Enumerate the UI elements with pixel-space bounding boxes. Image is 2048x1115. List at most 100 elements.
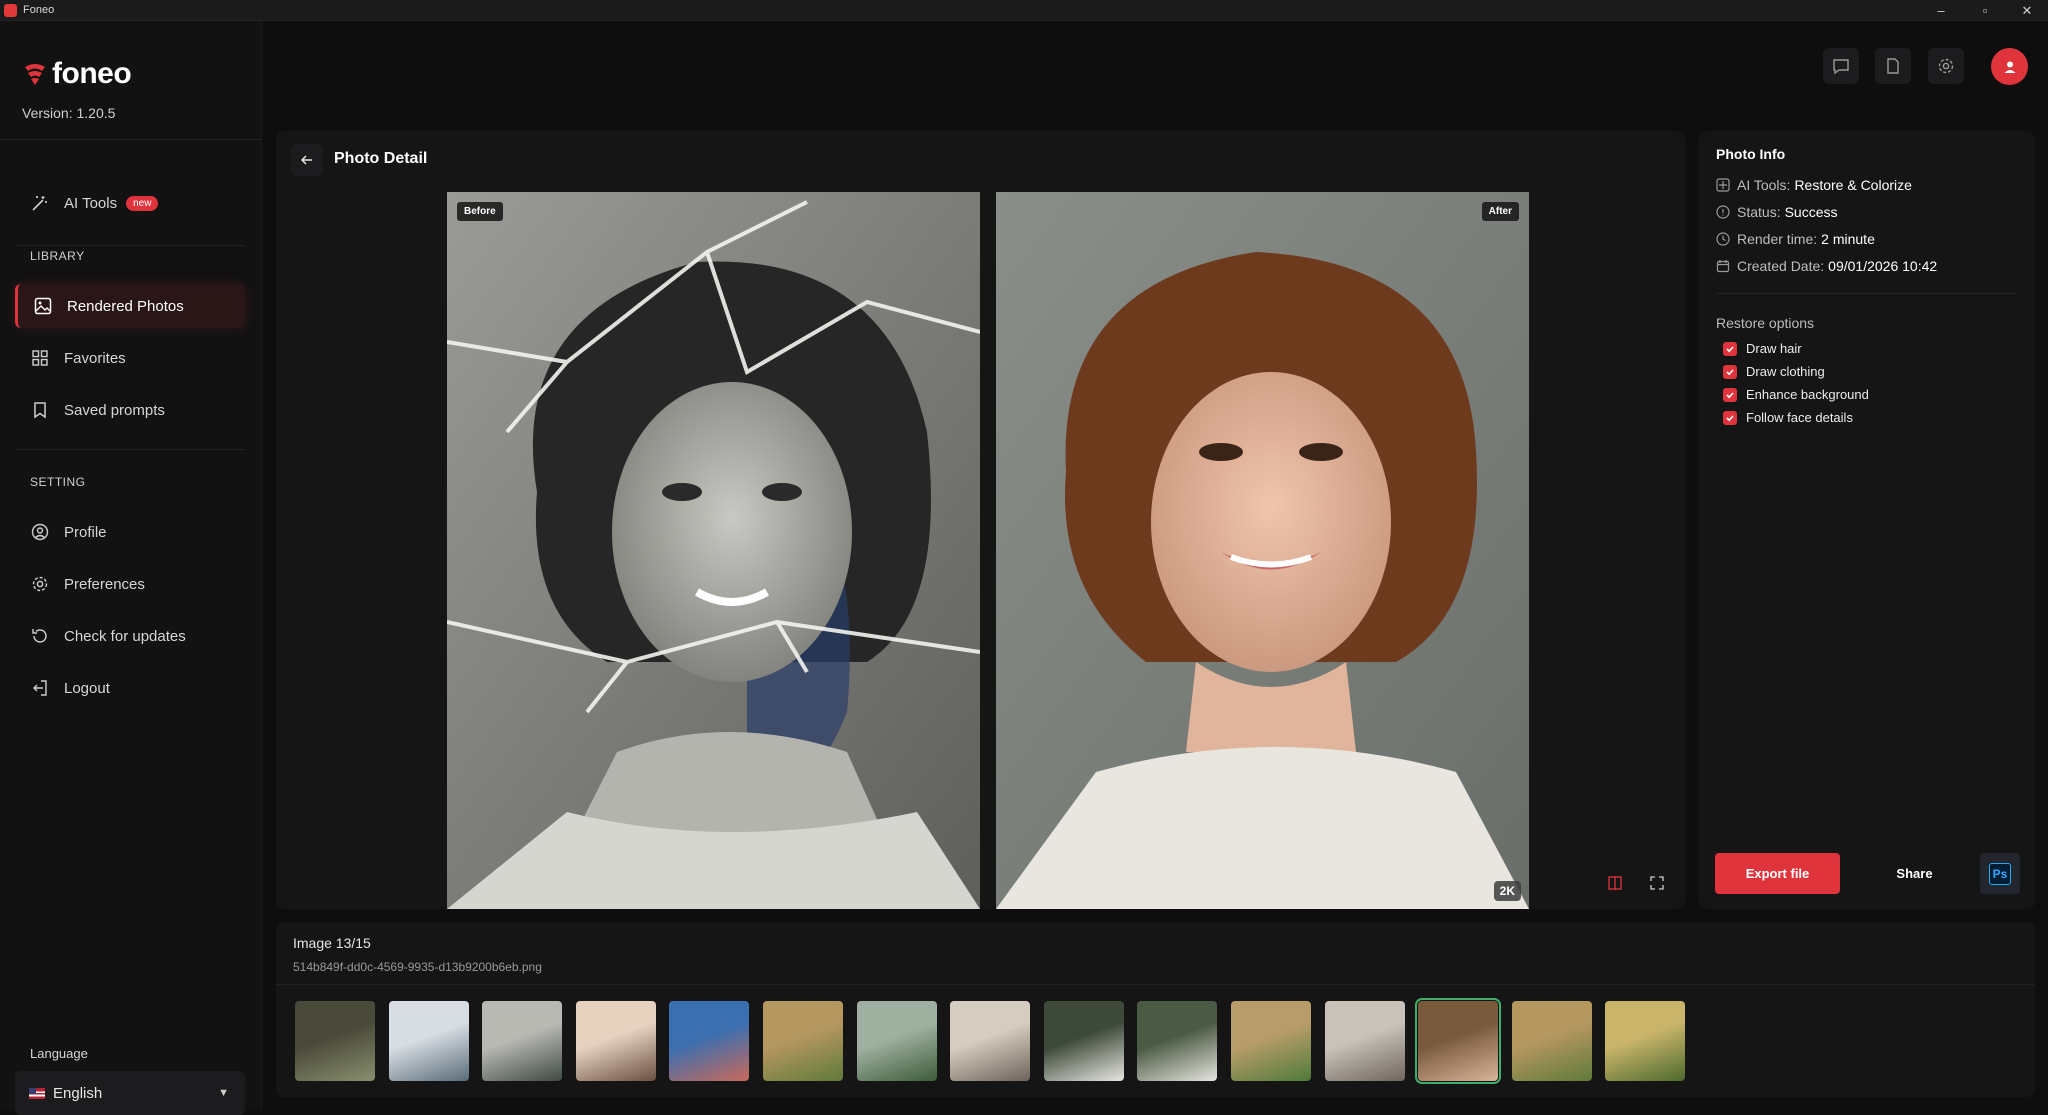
sparkle-icon — [1716, 178, 1730, 192]
divider — [0, 139, 262, 140]
option-draw-clothing[interactable]: Draw clothing — [1723, 364, 1825, 379]
nav-check-updates-label: Check for updates — [64, 627, 186, 645]
info-created-date-key: Created Date: — [1737, 258, 1825, 274]
thumbnail[interactable] — [1511, 1001, 1592, 1081]
thumbnail[interactable] — [763, 1001, 843, 1081]
setting-section-label: SETTING — [30, 475, 86, 489]
nav-preferences[interactable]: Preferences — [15, 562, 245, 606]
window-title: Foneo — [23, 4, 55, 16]
restore-options-label: Restore options — [1716, 315, 1815, 331]
nav-ai-tools-label: AI Tools — [64, 194, 118, 212]
chevron-down-icon: ▼ — [218, 1087, 229, 1099]
nav-rendered-photos[interactable]: Rendered Photos — [15, 284, 245, 328]
avatar[interactable] — [1991, 48, 2028, 85]
share-button[interactable]: Share — [1852, 853, 1977, 894]
app-icon — [4, 3, 17, 17]
thumbnail[interactable] — [856, 1001, 937, 1081]
sidebar: foneo Version: 1.20.5 AI Tools new LIBRA… — [0, 21, 262, 1115]
nav-profile[interactable]: Profile — [15, 510, 245, 554]
image-counter: Image 13/15 — [293, 935, 371, 951]
back-button[interactable] — [291, 144, 323, 176]
brand-name: foneo — [52, 57, 132, 90]
before-image — [447, 192, 980, 909]
info-render-time-key: Render time: — [1737, 231, 1818, 247]
checkbox-checked-icon[interactable] — [1723, 387, 1737, 402]
nav-rendered-photos-label: Rendered Photos — [67, 297, 184, 315]
checkbox-checked-icon[interactable] — [1723, 364, 1737, 379]
option-enhance-background[interactable]: Enhance background — [1723, 387, 1869, 402]
divider — [15, 245, 245, 246]
close-button[interactable]: ✕ — [2004, 0, 2048, 21]
after-image — [996, 192, 1529, 909]
photo-info-panel: Photo Info AI Tools: Restore & Colorize … — [1699, 131, 2035, 909]
thumbnail[interactable] — [1415, 998, 1502, 1084]
new-badge: new — [126, 195, 159, 211]
info-ai-tools: AI Tools: Restore & Colorize — [1716, 177, 1912, 193]
page-title: Photo Detail — [334, 150, 428, 167]
nav-profile-label: Profile — [64, 523, 107, 541]
magic-wand-icon — [30, 193, 50, 213]
option-label: Draw hair — [1746, 341, 1802, 356]
nav-logout[interactable]: Logout — [15, 666, 245, 710]
nav-favorites[interactable]: Favorites — [15, 336, 245, 380]
thumbnail[interactable] — [388, 1001, 469, 1081]
info-ai-tools-key: AI Tools: — [1737, 177, 1791, 193]
info-status: Status: Success — [1716, 204, 1838, 220]
chat-button[interactable] — [1823, 48, 1859, 84]
language-select[interactable]: English ▼ — [15, 1071, 245, 1115]
nav-saved-prompts[interactable]: Saved prompts — [15, 388, 245, 432]
settings-button[interactable] — [1928, 48, 1964, 84]
document-button[interactable] — [1875, 48, 1911, 84]
nav-preferences-label: Preferences — [64, 575, 145, 593]
before-photo[interactable]: Before — [447, 192, 980, 909]
divider — [1716, 293, 2018, 294]
info-created-date-value: 09/01/2026 10:42 — [1828, 258, 1938, 274]
nav-ai-tools[interactable]: AI Tools new — [15, 181, 245, 225]
clock-icon — [1716, 232, 1730, 246]
restore-button[interactable]: ▫ — [1962, 0, 2008, 21]
open-in-photoshop-button[interactable]: Ps — [1980, 853, 2020, 894]
thumbnail[interactable] — [950, 1001, 1031, 1081]
info-status-value: Success — [1784, 204, 1838, 220]
nav-saved-prompts-label: Saved prompts — [64, 401, 165, 419]
info-render-time-value: 2 minute — [1821, 231, 1875, 247]
divider — [276, 984, 2035, 985]
image-icon — [33, 296, 53, 316]
compare-button[interactable] — [1604, 872, 1626, 894]
info-ai-tools-value: Restore & Colorize — [1794, 177, 1912, 193]
thumbnail[interactable] — [1605, 1001, 1686, 1081]
info-status-key: Status: — [1737, 204, 1781, 220]
option-label: Draw clothing — [1746, 364, 1825, 379]
fullscreen-button[interactable] — [1646, 872, 1668, 894]
option-label: Follow face details — [1746, 410, 1853, 425]
thumbnail[interactable] — [1324, 1001, 1405, 1081]
avatar-icon — [2004, 61, 2015, 73]
thumbnail[interactable] — [1137, 1001, 1218, 1081]
thumbnail[interactable] — [575, 1001, 656, 1081]
after-photo[interactable]: After 2K — [996, 192, 1529, 909]
thumbnail[interactable] — [1231, 1001, 1311, 1081]
compare-icon — [1608, 876, 1622, 890]
foneo-logo-icon — [25, 64, 45, 85]
info-created-date: Created Date: 09/01/2026 10:42 — [1716, 258, 1937, 274]
nav-favorites-label: Favorites — [64, 349, 126, 367]
brand: foneo — [22, 57, 132, 91]
thumbnail[interactable] — [295, 1001, 375, 1081]
thumbnail[interactable] — [669, 1001, 750, 1081]
info-circle-icon — [1716, 205, 1730, 219]
title-bar: Foneo – ▫ ✕ — [0, 0, 2048, 21]
export-file-button[interactable]: Export file — [1715, 853, 1840, 894]
photoshop-icon: Ps — [1989, 862, 2011, 885]
nav-check-updates[interactable]: Check for updates — [15, 614, 245, 658]
minimize-button[interactable]: – — [1918, 0, 1964, 21]
thumbnail[interactable] — [482, 1001, 563, 1081]
gear-icon — [1938, 58, 1954, 74]
resolution-badge: 2K — [1493, 881, 1521, 901]
checkbox-checked-icon[interactable] — [1723, 341, 1737, 356]
option-follow-face-details[interactable]: Follow face details — [1723, 410, 1853, 425]
option-draw-hair[interactable]: Draw hair — [1723, 341, 1802, 356]
expand-icon — [1650, 876, 1664, 890]
checkbox-checked-icon[interactable] — [1723, 410, 1737, 425]
thumbnail[interactable] — [1043, 1001, 1124, 1081]
language-value: English — [53, 1084, 103, 1102]
